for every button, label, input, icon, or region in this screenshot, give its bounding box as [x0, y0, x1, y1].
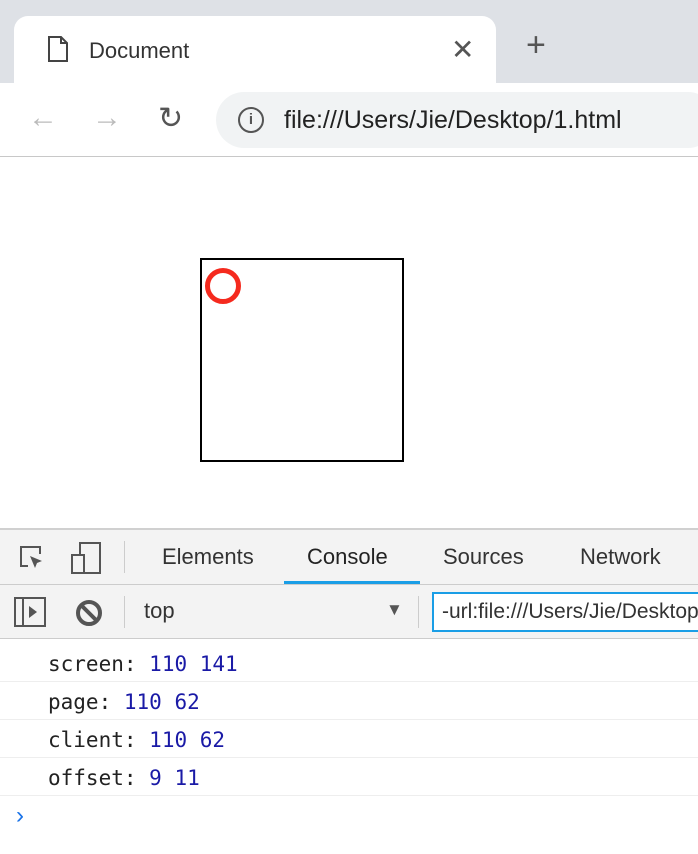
clear-console-icon[interactable] — [74, 598, 104, 628]
back-icon[interactable]: ← — [28, 101, 58, 135]
address-bar[interactable]: i file:///Users/Jie/Desktop/1.html — [216, 92, 698, 148]
log-value: 110 62 — [123, 690, 200, 714]
log-label: screen: — [48, 652, 137, 676]
device-toolbar-icon[interactable] — [70, 541, 104, 575]
document-icon — [48, 36, 68, 62]
reload-icon[interactable]: ↻ — [158, 101, 183, 136]
log-value: 110 62 — [149, 728, 226, 752]
active-tab-indicator — [284, 581, 420, 584]
close-tab-icon[interactable]: ✕ — [451, 33, 474, 66]
forward-icon[interactable]: → — [92, 101, 122, 135]
console-message: screen: 110 141 — [0, 644, 698, 682]
inspect-element-icon[interactable] — [18, 544, 48, 574]
divider — [124, 541, 125, 573]
log-label: client: — [48, 728, 137, 752]
console-message: page: 110 62 — [0, 682, 698, 720]
divider — [124, 596, 125, 628]
console-message: client: 110 62 — [0, 720, 698, 758]
toolbar: ← → ↻ i file:///Users/Jie/Desktop/1.html — [0, 83, 698, 157]
url-text[interactable]: file:///Users/Jie/Desktop/1.html — [284, 106, 622, 135]
devtools-panel: Elements Console Sources Network top ▼ -… — [0, 528, 698, 854]
divider — [418, 596, 419, 628]
sidebar-toggle-icon[interactable] — [14, 597, 46, 627]
red-circle — [205, 268, 241, 304]
tab-network[interactable]: Network — [580, 544, 661, 570]
context-select[interactable]: top — [144, 598, 175, 624]
log-value: 9 11 — [149, 766, 200, 790]
devtools-tabbar: Elements Console Sources Network — [0, 530, 698, 585]
tab-console[interactable]: Console — [307, 544, 388, 570]
filter-input[interactable]: -url:file:///Users/Jie/Desktop/1.html — [432, 592, 698, 632]
console-filterbar: top ▼ -url:file:///Users/Jie/Desktop/1.h… — [0, 585, 698, 639]
dropdown-arrow-icon[interactable]: ▼ — [386, 600, 403, 620]
log-value: 110 141 — [149, 652, 238, 676]
new-tab-button[interactable]: + — [526, 28, 546, 62]
tab-sources[interactable]: Sources — [443, 544, 524, 570]
tab-title: Document — [89, 38, 190, 63]
console-prompt-icon[interactable]: › — [16, 802, 24, 830]
console-message: offset: 9 11 — [0, 758, 698, 796]
tab-elements[interactable]: Elements — [162, 544, 254, 570]
info-icon[interactable]: i — [238, 107, 264, 133]
browser-tab[interactable]: Document ✕ — [14, 16, 496, 83]
tab-strip: Document ✕ + — [0, 0, 698, 83]
log-label: page: — [48, 690, 112, 714]
log-label: offset: — [48, 766, 137, 790]
